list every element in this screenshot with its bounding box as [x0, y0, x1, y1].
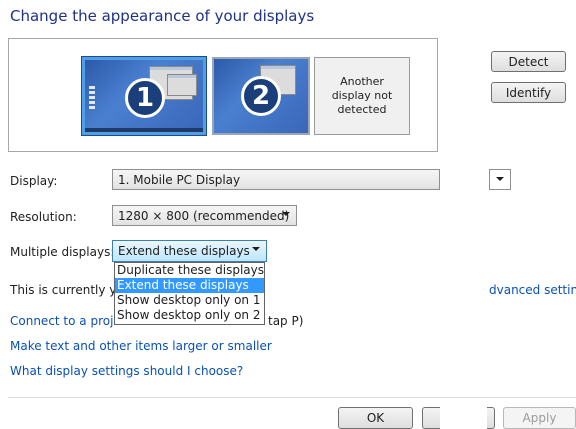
window-thumbnail	[167, 74, 197, 96]
cancel-button-fragment[interactable]	[422, 407, 440, 429]
chevron-down-icon	[496, 177, 504, 181]
monitor-1-number-badge: 1	[125, 78, 165, 118]
not-detected-tile: Another display not detected	[314, 57, 410, 135]
multiple-displays-select[interactable]: Extend these displays	[112, 240, 267, 262]
dropdown-option-extend[interactable]: Extend these displays	[115, 278, 264, 293]
monitor-2-tile[interactable]: 2	[212, 57, 310, 135]
taskbar	[85, 128, 203, 132]
page-title: Change the appearance of your displays	[10, 7, 315, 25]
display-select-dropdown-button[interactable]	[489, 169, 511, 190]
connect-projector-shortcut: tap P)	[268, 314, 304, 328]
monitor-2-number-badge: 2	[241, 76, 281, 116]
resolution-select[interactable]: 1280 × 800 (recommended)	[112, 205, 297, 226]
dropdown-option-show-only-2[interactable]: Show desktop only on 2	[115, 308, 264, 323]
chevron-down-icon	[252, 247, 260, 251]
display-label: Display:	[10, 174, 58, 188]
display-settings-help-link[interactable]: What display settings should I choose?	[10, 364, 243, 378]
dropdown-option-show-only-1[interactable]: Show desktop only on 1	[115, 293, 264, 308]
desktop-icons	[89, 86, 95, 111]
resolution-label: Resolution:	[10, 210, 77, 224]
not-detected-text: Another display not detected	[331, 75, 393, 116]
multiple-displays-select-value: Extend these displays	[118, 244, 250, 258]
multiple-displays-label: Multiple displays:	[10, 245, 115, 259]
monitor-1-tile[interactable]: 1	[82, 57, 206, 135]
advanced-settings-link[interactable]: dvanced settings	[489, 283, 576, 297]
detect-button[interactable]: Detect	[491, 51, 566, 72]
text-size-link[interactable]: Make text and other items larger or smal…	[10, 339, 272, 353]
connect-projector-link[interactable]: Connect to a projec	[10, 314, 127, 328]
apply-button[interactable]: Apply	[503, 407, 576, 429]
multiple-displays-dropdown-list[interactable]: Duplicate these displays Extend these di…	[114, 262, 265, 325]
footer-separator	[8, 397, 576, 398]
display-select[interactable]: 1. Mobile PC Display	[112, 169, 440, 190]
resolution-select-value: 1280 × 800 (recommended)	[118, 208, 290, 223]
ok-button[interactable]: OK	[338, 407, 413, 429]
display-preview-area[interactable]: 1 2 Another display not detected	[8, 38, 438, 152]
display-select-value: 1. Mobile PC Display	[118, 172, 241, 187]
chevron-down-icon	[282, 212, 290, 216]
cancel-button-fragment-right[interactable]	[487, 407, 495, 429]
dropdown-option-duplicate[interactable]: Duplicate these displays	[115, 263, 264, 278]
identify-button[interactable]: Identify	[491, 82, 566, 103]
